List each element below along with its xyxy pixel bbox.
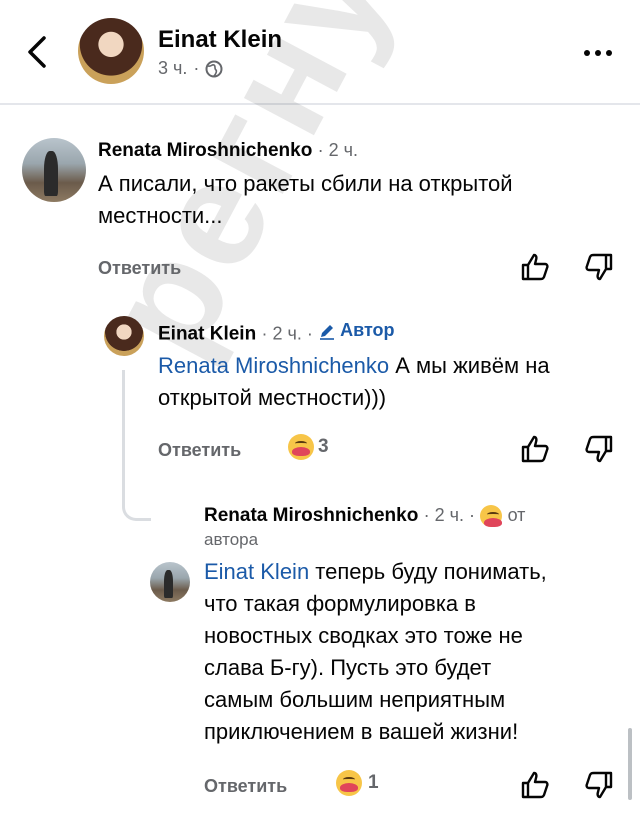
- care-emoji-icon: [288, 434, 314, 460]
- header-meta: 3 ч. ·: [158, 58, 223, 79]
- comment-text: Renata Miroshnichenko А мы живём на откр…: [158, 353, 550, 410]
- mention-link[interactable]: Renata Miroshnichenko: [158, 353, 389, 378]
- meta-separator: ·: [193, 58, 200, 78]
- avatar[interactable]: [22, 138, 86, 202]
- thread-line: [122, 370, 125, 500]
- reply-button[interactable]: Ответить: [204, 776, 287, 797]
- post-time: 3 ч.: [158, 58, 188, 78]
- comment-time: · 2 ч. ·: [261, 323, 313, 344]
- comment-text: А писали, что ракеты сбили на открытой м…: [98, 171, 513, 228]
- pencil-icon: [320, 324, 335, 340]
- avatar[interactable]: [104, 316, 144, 356]
- comment-text: Einat Klein теперь буду понимать, что та…: [204, 559, 547, 744]
- from-author-label-2: автора: [204, 530, 259, 549]
- reply-button[interactable]: Ответить: [98, 258, 181, 279]
- care-emoji-icon: [336, 770, 362, 796]
- reaction-count: 1: [368, 772, 379, 793]
- more-icon[interactable]: [584, 50, 612, 56]
- comment-time: · 2 ч. ·: [423, 505, 475, 526]
- scrollbar[interactable]: [628, 728, 632, 800]
- header-name[interactable]: Einat Klein: [158, 26, 282, 54]
- reaction-summary[interactable]: 3: [288, 434, 329, 460]
- comment-author[interactable]: Einat Klein · 2 ч. · Автор: [158, 320, 395, 346]
- dislike-icon[interactable]: [584, 434, 614, 464]
- dislike-icon[interactable]: [584, 770, 614, 800]
- mention-link[interactable]: Einat Klein: [204, 559, 309, 584]
- care-emoji-icon: [480, 505, 503, 527]
- from-author-label: от: [507, 505, 526, 526]
- comment-time: · 2 ч.: [317, 140, 358, 160]
- like-icon[interactable]: [520, 770, 550, 800]
- header-avatar[interactable]: [78, 18, 144, 84]
- like-icon[interactable]: [520, 434, 550, 464]
- comment-author[interactable]: Renata Miroshnichenko · 2 ч. · от: [204, 505, 525, 527]
- reaction-count: 3: [318, 436, 329, 457]
- header-divider: [0, 103, 640, 105]
- back-icon[interactable]: [22, 34, 54, 70]
- comment-author[interactable]: Renata Miroshnichenko · 2 ч.: [98, 140, 358, 162]
- like-icon[interactable]: [520, 252, 550, 282]
- dislike-icon[interactable]: [584, 252, 614, 282]
- author-badge: Автор: [318, 320, 395, 341]
- thread-line-curve: [122, 498, 151, 521]
- reply-button[interactable]: Ответить: [158, 440, 241, 461]
- globe-icon: [205, 60, 223, 77]
- avatar[interactable]: [150, 562, 190, 602]
- reaction-summary[interactable]: 1: [336, 770, 379, 796]
